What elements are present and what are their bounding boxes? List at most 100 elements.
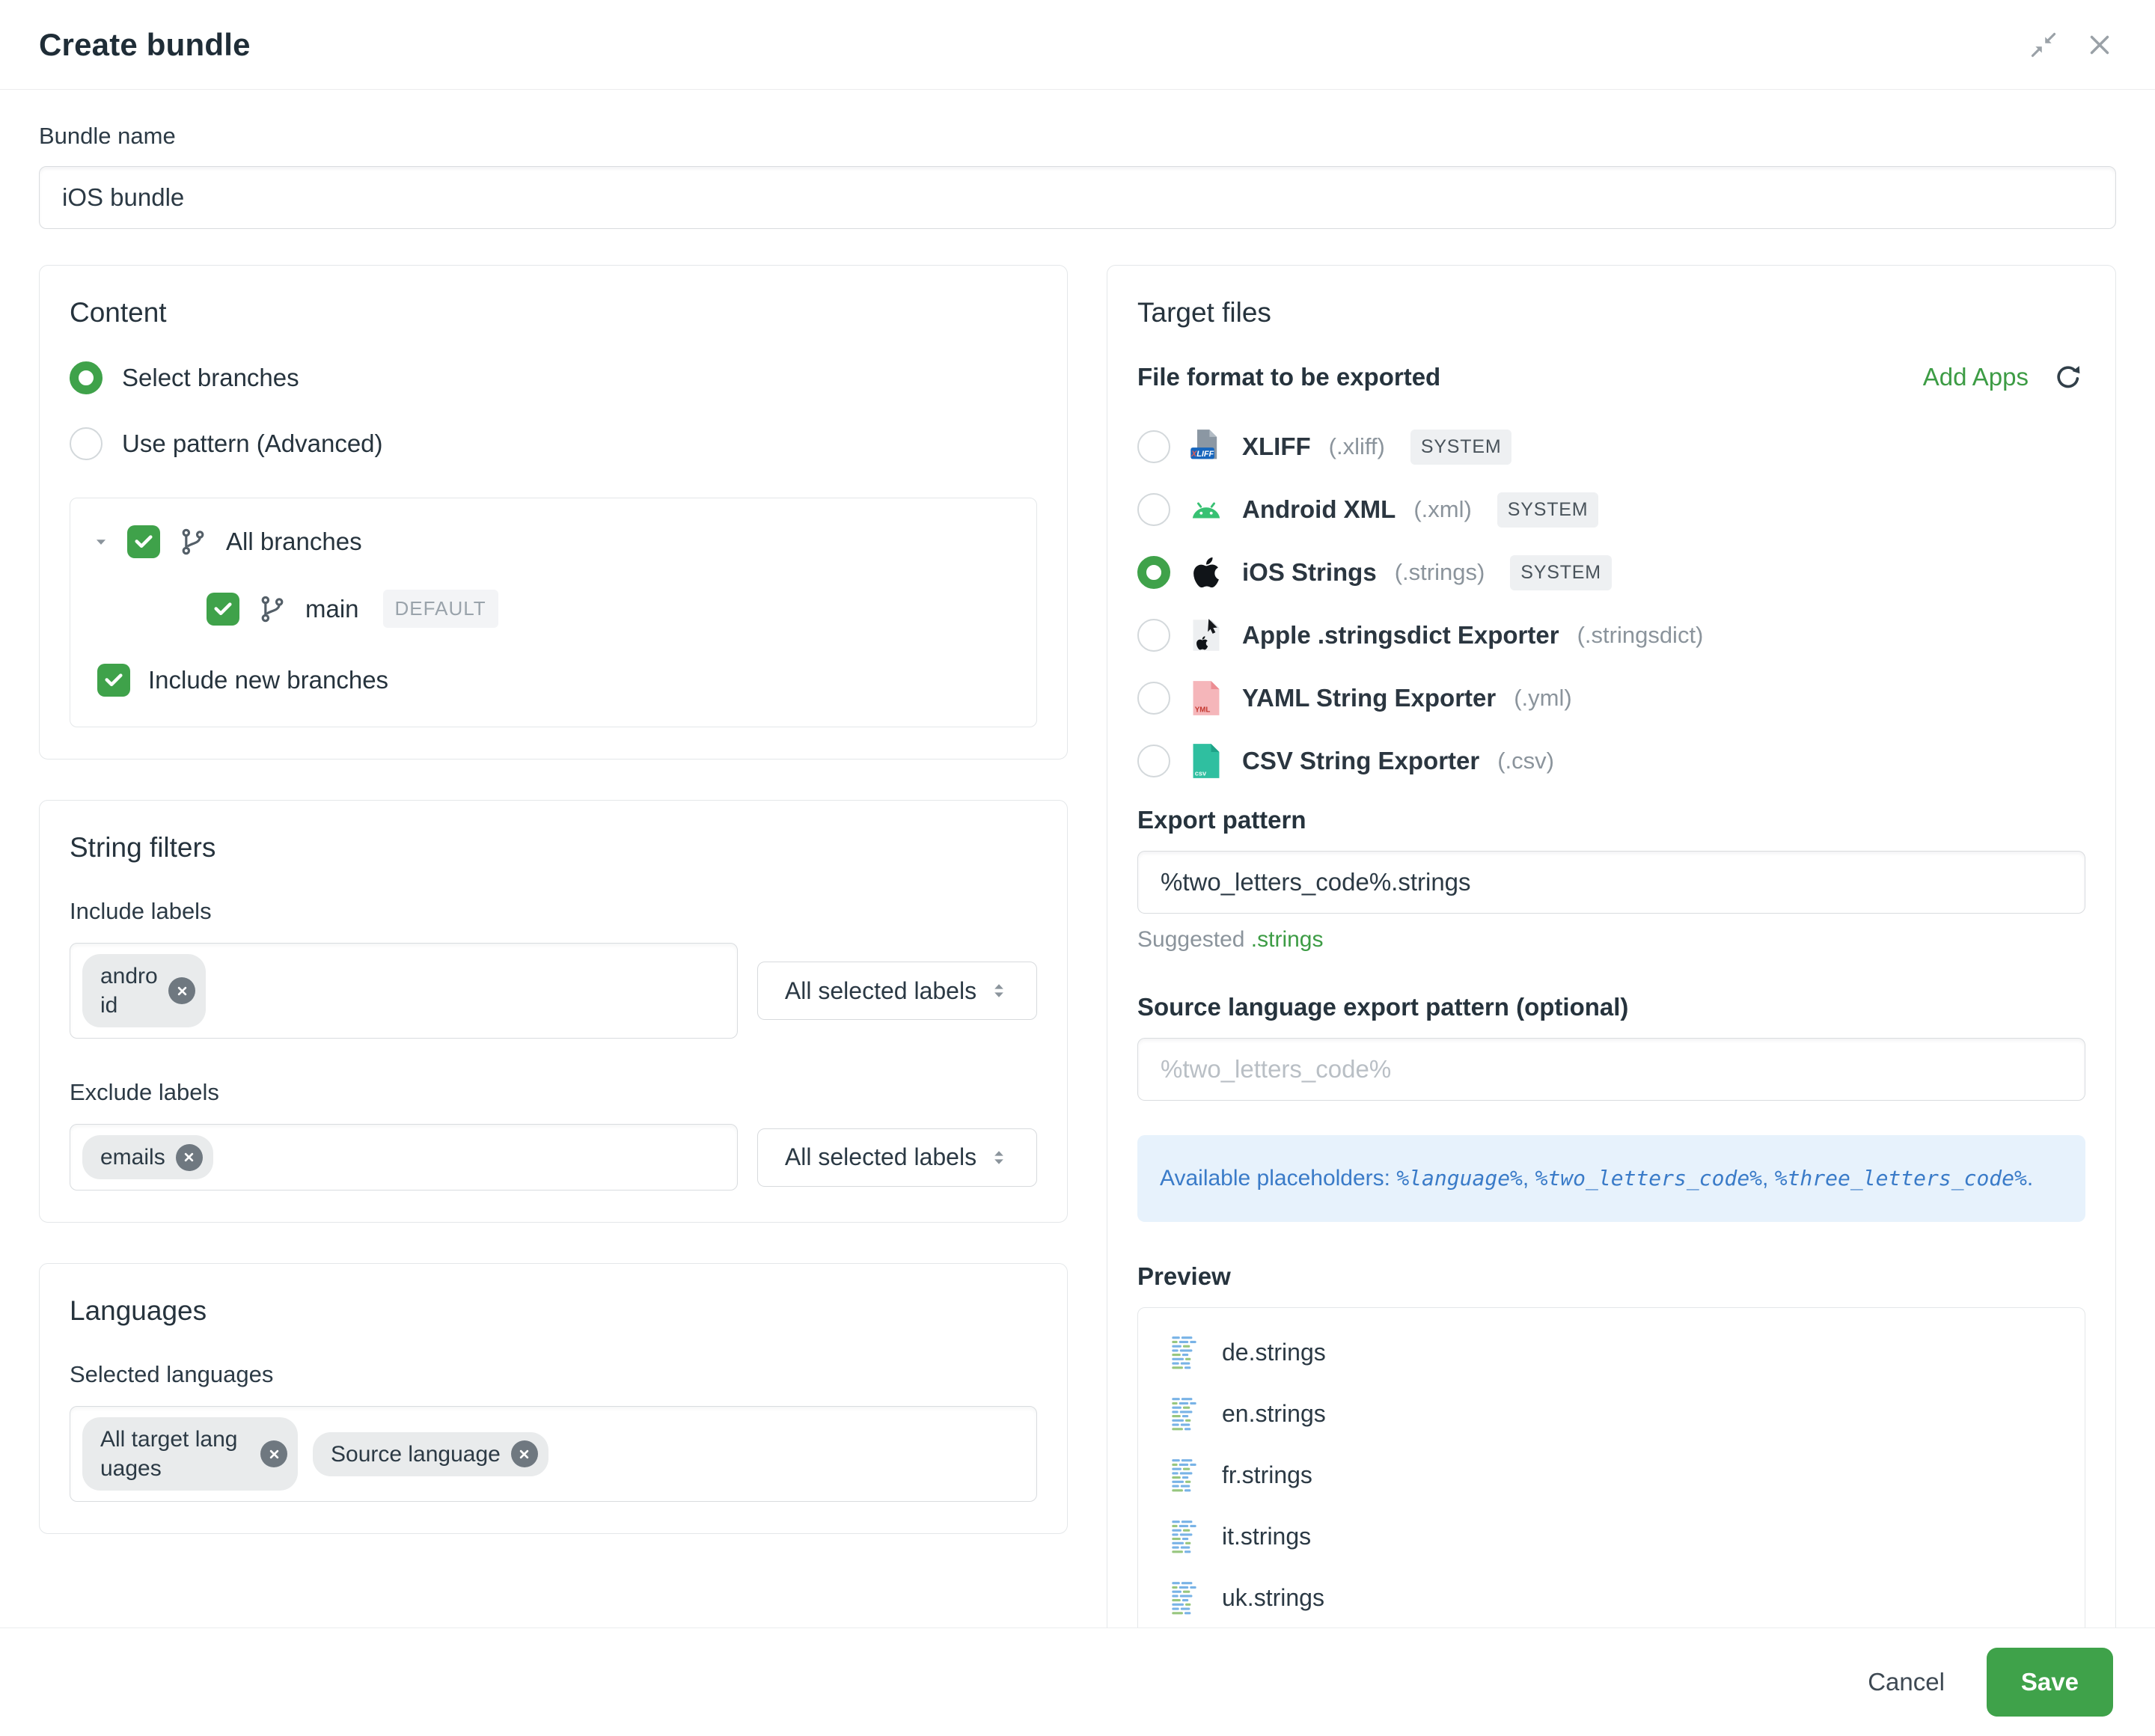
remove-icon bbox=[267, 1447, 281, 1461]
placeholder-code: %two_letters_code% bbox=[1535, 1166, 1762, 1191]
bundle-name-input[interactable] bbox=[39, 166, 2116, 229]
exclude-labels-mode-dropdown[interactable]: All selected labels bbox=[757, 1128, 1037, 1187]
refresh-formats-button[interactable] bbox=[2051, 360, 2085, 394]
dropdown-label: All selected labels bbox=[785, 977, 976, 1005]
main-branch-checkbox[interactable] bbox=[207, 593, 239, 626]
close-button[interactable] bbox=[2083, 28, 2116, 61]
page-title: Create bundle bbox=[39, 27, 2026, 63]
create-bundle-modal: Create bundle Bundle name Content Select… bbox=[0, 0, 2155, 1679]
collapse-icon bbox=[2029, 31, 2058, 59]
format-option-csv-string-exporter[interactable]: csv CSV String Exporter (.csv) bbox=[1137, 743, 2085, 779]
git-branch-icon bbox=[257, 594, 287, 624]
format-extension: (.strings) bbox=[1395, 559, 1485, 586]
source-pattern-input[interactable] bbox=[1137, 1038, 2085, 1101]
format-extension: (.xml) bbox=[1413, 496, 1471, 523]
preview-file-row: uk.strings bbox=[1167, 1580, 2056, 1616]
exclude-labels-row: emails All selected labels bbox=[70, 1124, 1037, 1191]
select-arrows-icon bbox=[988, 980, 1009, 1001]
radio-icon[interactable] bbox=[1137, 682, 1170, 715]
preview-file-row: it.strings bbox=[1167, 1519, 2056, 1555]
selected-languages-label: Selected languages bbox=[70, 1361, 1037, 1388]
format-name: Android XML bbox=[1242, 495, 1396, 524]
header-actions bbox=[2026, 28, 2116, 62]
preview-file-row: de.strings bbox=[1167, 1335, 2056, 1371]
radio-icon[interactable] bbox=[70, 361, 103, 394]
radio-label: Select branches bbox=[122, 364, 299, 392]
format-option-xliff[interactable]: XLIFF XLIFF (.xliff) SYSTEM bbox=[1137, 429, 2085, 465]
radio-use-pattern[interactable]: Use pattern (Advanced) bbox=[70, 427, 1037, 460]
apple-icon bbox=[1188, 554, 1224, 590]
check-icon bbox=[103, 670, 124, 691]
export-pattern-label: Export pattern bbox=[1137, 806, 2085, 834]
format-extension: (.csv) bbox=[1497, 748, 1554, 774]
system-badge: SYSTEM bbox=[1410, 430, 1512, 465]
cancel-button[interactable]: Cancel bbox=[1868, 1668, 1945, 1696]
default-badge: DEFAULT bbox=[383, 590, 498, 628]
add-apps-link[interactable]: Add Apps bbox=[1923, 363, 2029, 391]
content-title: Content bbox=[70, 297, 1037, 328]
format-option-apple-stringsdict-exporter[interactable]: Apple .stringsdict Exporter (.stringsdic… bbox=[1137, 617, 2085, 653]
remove-tag-button[interactable] bbox=[168, 977, 195, 1004]
main-branch-label: main bbox=[305, 595, 359, 623]
string-filters-title: String filters bbox=[70, 832, 1037, 864]
format-option-ios-strings[interactable]: iOS Strings (.strings) SYSTEM bbox=[1137, 554, 2085, 590]
file-format-header: File format to be exported Add Apps bbox=[1137, 360, 2085, 394]
strings-file-icon bbox=[1167, 1458, 1202, 1494]
preview-file-name: en.strings bbox=[1222, 1400, 1326, 1428]
radio-icon[interactable] bbox=[1137, 430, 1170, 463]
left-column: Content Select branches Use pattern (Adv… bbox=[39, 265, 1068, 1534]
svg-text:XLIFF: XLIFF bbox=[1190, 450, 1214, 459]
format-extension: (.stringsdict) bbox=[1577, 622, 1704, 649]
radio-icon[interactable] bbox=[70, 427, 103, 460]
export-pattern-input[interactable] bbox=[1137, 851, 2085, 914]
include-labels-input[interactable]: android bbox=[70, 943, 738, 1039]
languages-card: Languages Selected languages All target … bbox=[39, 1263, 1068, 1534]
all-branches-label: All branches bbox=[226, 528, 362, 556]
caret-down-icon[interactable] bbox=[93, 534, 109, 550]
radio-icon[interactable] bbox=[1137, 493, 1170, 526]
select-arrows-icon bbox=[988, 1147, 1009, 1168]
format-extension: (.yml) bbox=[1514, 685, 1571, 712]
system-badge: SYSTEM bbox=[1497, 492, 1599, 528]
exclude-labels-input[interactable]: emails bbox=[70, 1124, 738, 1191]
save-button[interactable]: Save bbox=[1987, 1648, 2113, 1717]
remove-icon bbox=[517, 1447, 531, 1461]
format-name: CSV String Exporter bbox=[1242, 747, 1479, 775]
radio-icon[interactable] bbox=[1137, 556, 1170, 589]
radio-icon[interactable] bbox=[1137, 745, 1170, 777]
xliff-file-icon: XLIFF bbox=[1188, 429, 1224, 465]
format-name: iOS Strings bbox=[1242, 558, 1377, 587]
include-labels-mode-dropdown[interactable]: All selected labels bbox=[757, 962, 1037, 1020]
suggested-strings-link[interactable]: .strings bbox=[1251, 927, 1324, 952]
tag-label: All target languages bbox=[100, 1425, 250, 1483]
placeholders-info-box: Available placeholders: %language%, %two… bbox=[1137, 1135, 2085, 1222]
modal-footer: Cancel Save bbox=[0, 1628, 2155, 1736]
format-option-yaml-string-exporter[interactable]: YML YAML String Exporter (.yml) bbox=[1137, 680, 2085, 716]
git-branch-icon bbox=[178, 527, 208, 557]
languages-title: Languages bbox=[70, 1295, 1037, 1327]
file-format-list: XLIFF XLIFF (.xliff) SYSTEM Android XML … bbox=[1137, 429, 2085, 779]
placeholder-code: %language% bbox=[1396, 1166, 1523, 1191]
all-branches-checkbox[interactable] bbox=[127, 525, 160, 558]
remove-tag-button[interactable] bbox=[176, 1144, 203, 1171]
target-files-card: Target files File format to be exported … bbox=[1107, 265, 2116, 1679]
radio-icon[interactable] bbox=[1137, 619, 1170, 652]
collapse-button[interactable] bbox=[2026, 28, 2061, 62]
tag-source-language: Source language bbox=[313, 1432, 548, 1476]
remove-tag-button[interactable] bbox=[511, 1440, 538, 1467]
include-new-branches-checkbox[interactable] bbox=[97, 664, 130, 697]
branches-tree: All branches main DEFAULT Include new br… bbox=[70, 498, 1037, 727]
remove-tag-button[interactable] bbox=[260, 1440, 287, 1467]
include-new-branches-label: Include new branches bbox=[148, 666, 388, 694]
refresh-icon bbox=[2054, 363, 2082, 391]
include-labels-label: Include labels bbox=[70, 898, 1037, 925]
stringsdict-file-icon bbox=[1188, 617, 1224, 653]
format-option-android-xml[interactable]: Android XML (.xml) SYSTEM bbox=[1137, 492, 2085, 528]
selected-languages-input[interactable]: All target languages Source language bbox=[70, 1406, 1037, 1502]
strings-file-icon bbox=[1167, 1519, 1202, 1555]
tag-label: Source language bbox=[331, 1440, 501, 1469]
columns: Content Select branches Use pattern (Adv… bbox=[39, 265, 2116, 1679]
format-name: Apple .stringsdict Exporter bbox=[1242, 621, 1559, 650]
exclude-labels-label: Exclude labels bbox=[70, 1079, 1037, 1106]
radio-select-branches[interactable]: Select branches bbox=[70, 361, 1037, 394]
